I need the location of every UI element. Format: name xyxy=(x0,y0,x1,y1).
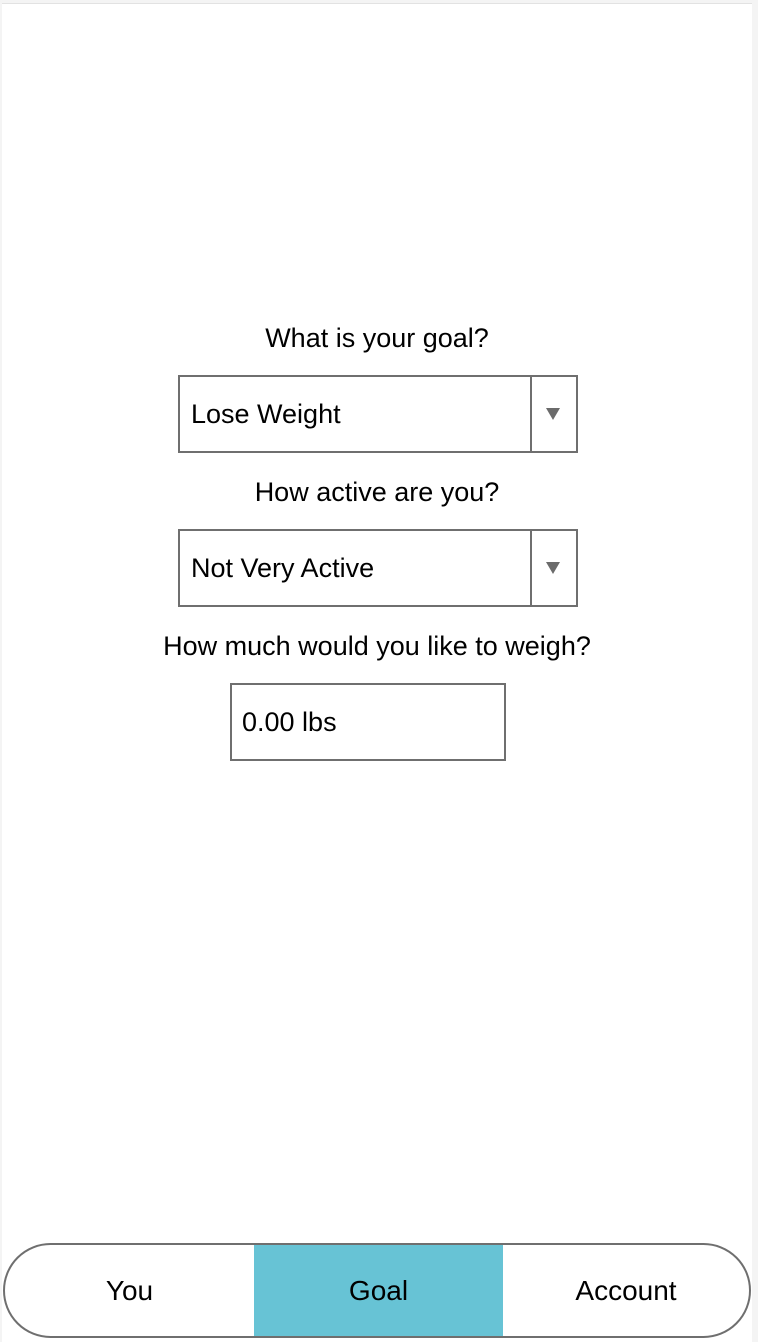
goal-select-value: Lose Weight xyxy=(191,399,341,429)
goal-select-arrow-button[interactable] xyxy=(530,377,576,451)
triangle-down-icon xyxy=(546,408,560,420)
tab-you[interactable]: You xyxy=(5,1245,254,1336)
triangle-down-icon xyxy=(546,562,560,574)
activity-select[interactable]: Not Very Active xyxy=(178,529,578,607)
goal-question-label: What is your goal? xyxy=(265,323,489,353)
tab-goal[interactable]: Goal xyxy=(254,1245,503,1336)
activity-select-arrow-button[interactable] xyxy=(530,531,576,605)
bottom-tab-bar: You Goal Account xyxy=(3,1243,751,1338)
activity-select-value: Not Very Active xyxy=(191,553,375,583)
goal-screen: What is your goal? Lose Weight How activ… xyxy=(2,3,752,1342)
target-weight-question-label: How much would you like to weigh? xyxy=(163,631,591,661)
goal-select[interactable]: Lose Weight xyxy=(178,375,578,453)
tab-account[interactable]: Account xyxy=(503,1245,749,1336)
target-weight-input[interactable] xyxy=(230,683,506,761)
activity-question-label: How active are you? xyxy=(254,477,500,507)
